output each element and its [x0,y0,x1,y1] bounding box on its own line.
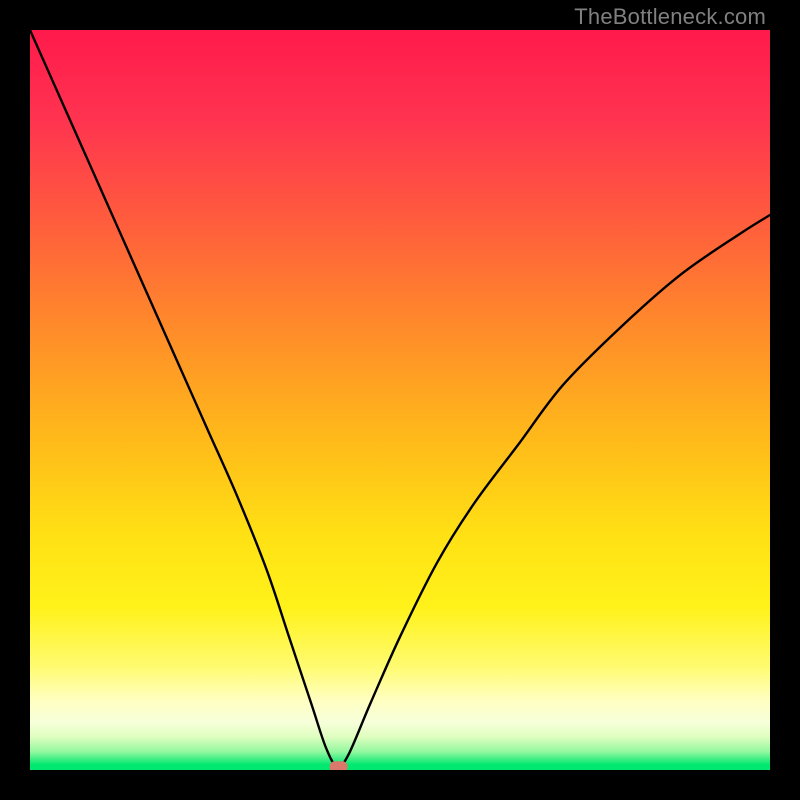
watermark-text: TheBottleneck.com [574,4,766,30]
curve-layer [30,30,770,770]
plot-area [30,30,770,770]
bottleneck-curve [30,30,770,767]
minimum-marker [330,761,348,770]
outer-frame: TheBottleneck.com [0,0,800,800]
